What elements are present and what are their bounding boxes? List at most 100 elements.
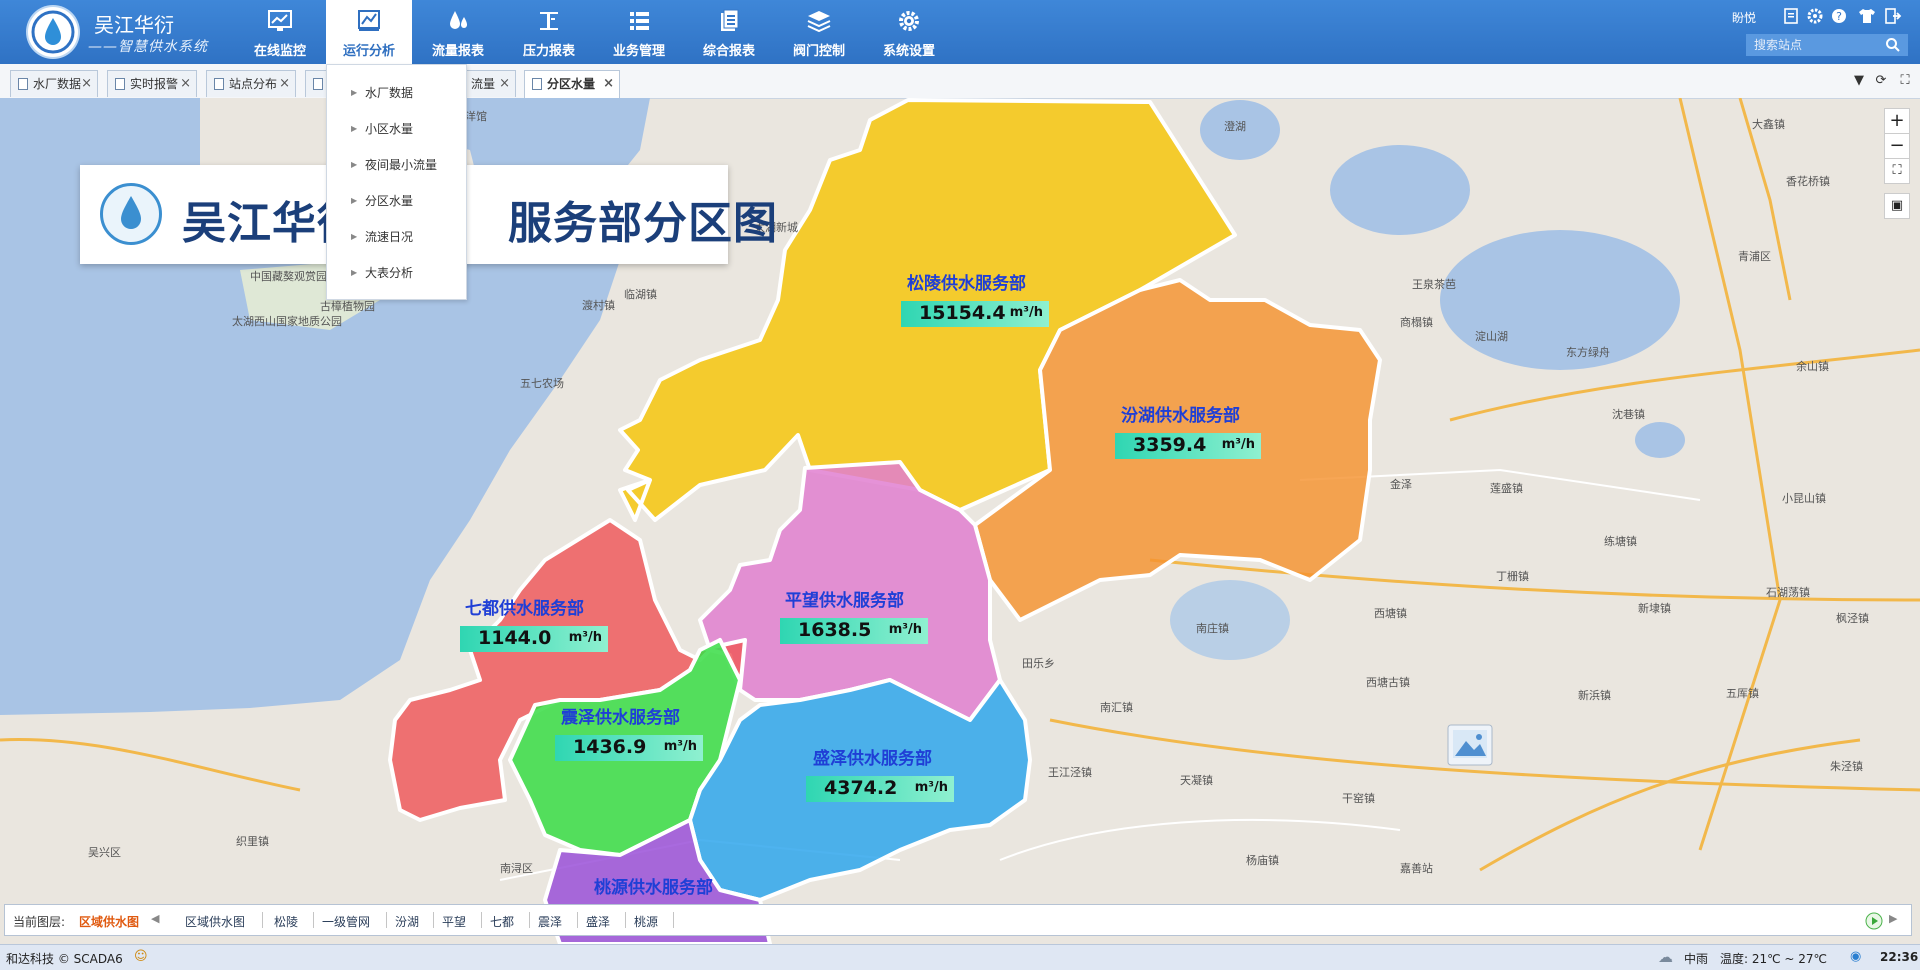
layer-link-fenhu[interactable]: 汾湖 bbox=[395, 913, 419, 930]
nav-comprehensive-report[interactable]: 综合报表 bbox=[686, 0, 772, 64]
tab-list-dropdown-icon[interactable]: ▼ bbox=[1850, 72, 1868, 90]
notes-icon[interactable] bbox=[1782, 7, 1800, 25]
image-layer-icon[interactable] bbox=[1447, 724, 1493, 766]
place-label: 新浜镇 bbox=[1578, 688, 1611, 702]
layers-icon bbox=[807, 11, 831, 33]
value-box-pingwang: 1638.5 m³/h bbox=[780, 618, 928, 644]
close-icon[interactable]: × bbox=[279, 71, 290, 97]
place-label: 南汇镇 bbox=[1100, 700, 1133, 714]
close-icon[interactable]: × bbox=[499, 71, 510, 97]
layer-link-primary-network[interactable]: 一级管网 bbox=[322, 913, 370, 930]
place-label: 枫泾镇 bbox=[1836, 611, 1869, 625]
place-label: 古樟植物园 bbox=[320, 299, 375, 313]
station-search-input[interactable] bbox=[1746, 34, 1908, 56]
nav-label: 综合报表 bbox=[702, 44, 755, 59]
next-arrow-icon[interactable]: ▶ bbox=[1889, 912, 1897, 925]
current-layer: 区域供水图 bbox=[79, 915, 140, 929]
layer-link-zhenze[interactable]: 震泽 bbox=[538, 913, 562, 930]
status-bar: 和达科技 © SCADA6 ☺ ☁ 中雨 温度: 21℃ ~ 27℃ ◉ 22:… bbox=[0, 944, 1920, 970]
layer-link-shengze[interactable]: 盛泽 bbox=[586, 913, 610, 930]
layer-link-regional[interactable]: 区域供水图 bbox=[185, 913, 245, 930]
menu-item-community-water[interactable]: ▶ 小区水量 bbox=[327, 111, 466, 147]
fullscreen-icon[interactable]: ⛶ bbox=[1884, 158, 1910, 184]
tab-label: 站点分布 bbox=[229, 77, 278, 91]
place-label: 中国藏獒观赏园 bbox=[250, 269, 327, 283]
skin-icon[interactable] bbox=[1858, 7, 1876, 25]
flow-value: 1436.9 bbox=[573, 736, 647, 758]
help-icon[interactable]: ? bbox=[1830, 7, 1848, 25]
place-label: 练塘镇 bbox=[1604, 534, 1637, 548]
gear-icon bbox=[899, 11, 919, 31]
page-icon bbox=[214, 78, 224, 90]
layer-link-songling[interactable]: 松陵 bbox=[274, 913, 298, 930]
tab-water-plant-data[interactable]: 水厂数据 × bbox=[10, 70, 98, 97]
rain-cloud-icon: ☁ bbox=[1658, 948, 1673, 966]
nav-pressure-report[interactable]: 压力报表 bbox=[506, 0, 592, 64]
maximize-icon[interactable]: ⛶ bbox=[1896, 72, 1914, 90]
district-name-fenhu: 汾湖供水服务部 bbox=[1121, 405, 1240, 426]
print-icon[interactable]: ▣ bbox=[1884, 193, 1910, 219]
bullet-arrow-icon: ▶ bbox=[351, 232, 358, 241]
bullet-arrow-icon: ▶ bbox=[351, 88, 358, 97]
flow-unit: m³/h bbox=[1009, 305, 1043, 320]
layer-link-taoyuan[interactable]: 桃源 bbox=[634, 913, 658, 930]
notification-icon[interactable]: ☺ bbox=[134, 949, 148, 964]
nav-label: 压力报表 bbox=[522, 44, 575, 59]
clock-text: 22:36 bbox=[1880, 950, 1919, 964]
water-drops-icon bbox=[450, 11, 467, 29]
close-icon[interactable]: × bbox=[81, 71, 92, 97]
play-icon[interactable] bbox=[1865, 912, 1883, 930]
tab-district-water[interactable]: 分区水量 × bbox=[524, 70, 620, 99]
tab-label: 实时报警 bbox=[130, 77, 179, 91]
nav-operation-analysis[interactable]: 运行分析 bbox=[326, 0, 412, 64]
prev-arrow-icon[interactable]: ◀ bbox=[151, 912, 159, 925]
app-subtitle: ——智慧供水系统 bbox=[88, 39, 208, 55]
nav-flow-report[interactable]: 流量报表 bbox=[415, 0, 501, 64]
nav-online-monitor[interactable]: 在线监控 bbox=[237, 0, 323, 64]
page-icon bbox=[313, 78, 323, 90]
nav-business-management[interactable]: 业务管理 bbox=[596, 0, 682, 64]
logout-icon[interactable] bbox=[1884, 7, 1902, 25]
menu-item-district-water[interactable]: ▶ 分区水量 bbox=[327, 183, 466, 219]
current-user[interactable]: 盼悦 bbox=[1732, 9, 1756, 26]
place-label: 朱泾镇 bbox=[1830, 759, 1863, 773]
place-label: 香花桥镇 bbox=[1786, 174, 1830, 188]
refresh-icon[interactable]: ⟳ bbox=[1872, 72, 1890, 90]
temperature-text: 温度: 21℃ ~ 27℃ bbox=[1720, 952, 1828, 966]
place-label: 新埭镇 bbox=[1638, 601, 1671, 615]
zoom-out-icon[interactable]: − bbox=[1884, 133, 1910, 159]
place-label: 吴兴区 bbox=[88, 846, 121, 859]
nav-label: 阀门控制 bbox=[792, 44, 845, 59]
monitor-chart-icon bbox=[268, 10, 292, 31]
place-label: 渡村镇 bbox=[582, 298, 615, 312]
value-box-qidu: 1144.0 m³/h bbox=[460, 626, 608, 652]
menu-item-night-min-flow[interactable]: ▶ 夜间最小流量 bbox=[327, 147, 466, 183]
place-label: 五七农场 bbox=[520, 376, 564, 390]
zoom-in-icon[interactable]: + bbox=[1884, 108, 1910, 134]
place-label: 丁栅镇 bbox=[1496, 569, 1529, 583]
network-icon[interactable]: ◉ bbox=[1850, 949, 1861, 964]
flow-unit: m³/h bbox=[663, 739, 697, 754]
map-title: 吴江华衍 服务部分区图 bbox=[182, 198, 778, 249]
line-chart-icon bbox=[358, 10, 380, 31]
search-icon[interactable] bbox=[1885, 37, 1901, 53]
place-label: 嘉善站 bbox=[1400, 861, 1433, 875]
close-icon[interactable]: × bbox=[603, 71, 614, 97]
layer-link-qidu[interactable]: 七都 bbox=[490, 913, 514, 930]
menu-item-velocity-daily[interactable]: ▶ 流速日况 bbox=[327, 219, 466, 255]
district-map[interactable]: 苏州海洋馆 太湖新城 中国藏獒观赏园 古樟植物园 太湖西山国家地质公园 渡村镇 … bbox=[0, 98, 1920, 944]
analysis-dropdown-menu: ▶ 水厂数据 ▶ 小区水量 ▶ 夜间最小流量 ▶ 分区水量 ▶ 流速日况 ▶ 大表分析 bbox=[326, 64, 467, 300]
menu-item-large-meter-analysis[interactable]: ▶ 大表分析 bbox=[327, 255, 466, 291]
tab-label: 流量 bbox=[470, 77, 495, 91]
nav-valve-control[interactable]: 阀门控制 bbox=[776, 0, 862, 64]
tab-night-min-flow[interactable]: 流量 × bbox=[466, 70, 516, 97]
close-icon[interactable]: × bbox=[180, 71, 191, 97]
menu-item-water-plant-data[interactable]: ▶ 水厂数据 bbox=[327, 75, 466, 111]
tab-site-distribution[interactable]: 站点分布 × bbox=[206, 70, 296, 97]
settings-icon[interactable] bbox=[1806, 7, 1824, 25]
nav-label: 业务管理 bbox=[612, 44, 665, 59]
tab-realtime-alarm[interactable]: 实时报警 × bbox=[107, 70, 197, 97]
layer-link-pingwang[interactable]: 平望 bbox=[442, 913, 466, 930]
nav-system-settings[interactable]: 系统设置 bbox=[866, 0, 952, 64]
bullet-arrow-icon: ▶ bbox=[351, 196, 358, 205]
